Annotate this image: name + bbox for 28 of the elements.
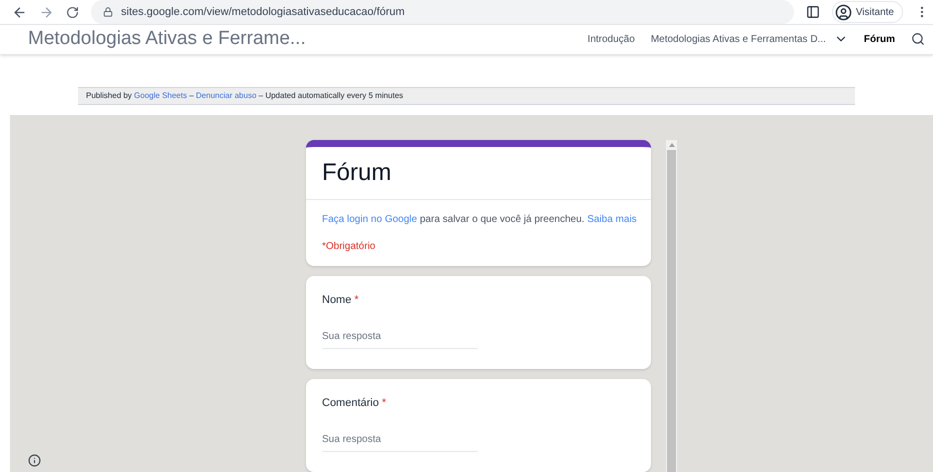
nav-link[interactable]: Fórum bbox=[864, 32, 895, 47]
url-text: sites.google.com/view/metodologiasativaseducacao/fórum bbox=[121, 4, 405, 20]
lock-icon bbox=[103, 7, 113, 17]
question-label: Comentário * bbox=[322, 396, 388, 411]
login-notice: Faça login no Google para salvar o que você já preencheu. Saiba mais bbox=[322, 213, 635, 227]
address-bar[interactable]: sites.google.com/view/metodologiasativaseducacao/fórum bbox=[91, 0, 794, 24]
user-icon bbox=[834, 4, 852, 20]
answer-field[interactable]: Sua resposta bbox=[322, 328, 478, 348]
back-icon[interactable] bbox=[12, 4, 27, 20]
login-link[interactable]: Faça login no Google bbox=[322, 214, 418, 225]
published-bar-text: Published by Google Sheets – Denunciar abuso – Updated automatically every 5 minutes bbox=[86, 90, 404, 102]
learn-more-link[interactable]: Saiba mais bbox=[587, 214, 637, 225]
report-abuse-link[interactable]: Denunciar abuso bbox=[196, 91, 256, 100]
form-title: Fórum bbox=[322, 158, 392, 188]
forward-icon[interactable] bbox=[39, 4, 54, 20]
search-icon[interactable] bbox=[911, 32, 925, 46]
nav-link[interactable]: Metodologias Ativas e Ferramentas D... bbox=[650, 32, 848, 47]
site-title: Metodologias Ativas e Ferrame... bbox=[28, 27, 307, 51]
profile-button[interactable]: Visitante bbox=[832, 1, 903, 23]
google-sheets-link[interactable]: Google Sheets bbox=[134, 91, 187, 100]
scrollbar[interactable] bbox=[666, 140, 677, 472]
answer-field[interactable]: Sua resposta bbox=[322, 432, 478, 452]
side-panel-icon[interactable] bbox=[806, 5, 820, 19]
reload-icon[interactable] bbox=[66, 6, 79, 18]
info-icon[interactable] bbox=[28, 454, 41, 467]
required-note: *Obrigatório bbox=[322, 240, 376, 254]
nav-link[interactable]: Introdução bbox=[588, 32, 635, 47]
question-label: Nome * bbox=[322, 293, 360, 308]
